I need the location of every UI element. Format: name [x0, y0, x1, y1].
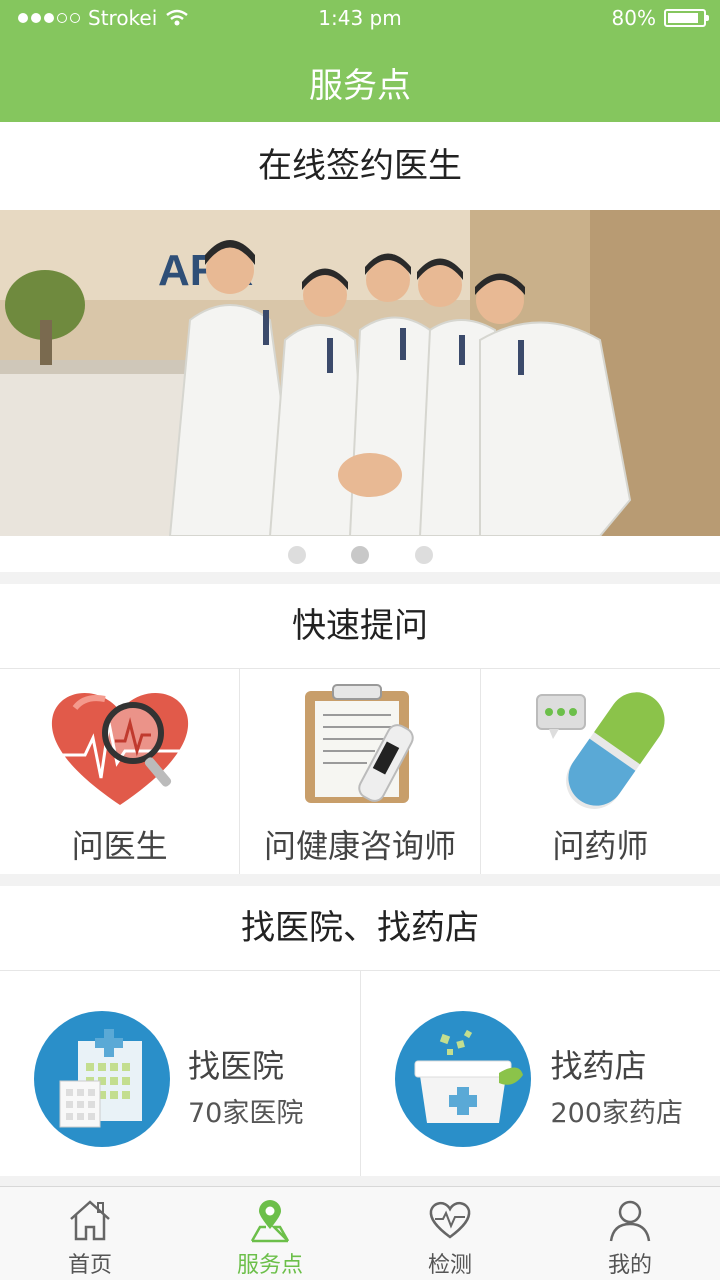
battery-icon	[664, 9, 709, 27]
tab-home-label: 首页	[67, 1253, 112, 1278]
ask-pharmacist-button[interactable]: 问药师	[481, 669, 720, 874]
tab-detection-label: 检测	[427, 1253, 472, 1278]
battery-percent: 80%	[611, 6, 656, 30]
hospital-count: 70家医院	[188, 1098, 304, 1129]
find-grid: 找医院 70家医院 找药店 200家药店	[0, 970, 720, 1176]
doctors-banner-image: ARR	[0, 210, 720, 536]
heart-pulse-icon	[429, 1202, 471, 1239]
section-title-find: 找医院、找药店	[0, 886, 720, 970]
ask-doctor-label: 问医生	[71, 827, 168, 865]
tab-home[interactable]: 首页	[0, 1187, 180, 1280]
find-hospital-button[interactable]: 找医院 70家医院	[0, 971, 361, 1176]
tab-service-point[interactable]: 服务点	[180, 1187, 360, 1280]
medicine-box-icon	[394, 1011, 531, 1147]
pharmacy-count: 200家药店	[550, 1098, 684, 1129]
ask-doctor-button[interactable]: 问医生	[0, 669, 241, 874]
ask-health-consultant-button[interactable]: 问健康咨询师	[240, 669, 481, 874]
pager-dot[interactable]	[415, 546, 433, 564]
find-hospital-title: 找医院	[188, 1047, 285, 1085]
banner-carousel[interactable]: ARR	[0, 210, 720, 536]
battery-status: 80%	[611, 6, 709, 30]
tab-service-point-label: 服务点	[236, 1253, 303, 1278]
clipboard-thermometer-icon	[304, 684, 414, 803]
section-title-sign-doctor: 在线签约医生	[0, 122, 720, 210]
status-bar: Strokei 1:43 pm 80%	[0, 0, 720, 38]
pill-chat-icon	[536, 692, 665, 809]
hospital-icon	[34, 1011, 170, 1147]
carousel-pager	[0, 536, 720, 572]
ask-pharmacist-label: 问药师	[552, 827, 649, 865]
tab-detection[interactable]: 检测	[360, 1187, 540, 1280]
pager-dot-active[interactable]	[351, 546, 369, 564]
top-bar: Strokei 1:43 pm 80% 服务点	[0, 0, 720, 122]
home-icon	[70, 1200, 110, 1241]
location-pin-icon	[250, 1200, 290, 1243]
ask-health-consultant-label: 问健康咨询师	[263, 827, 456, 865]
find-pharmacy-button[interactable]: 找药店 200家药店	[361, 971, 720, 1176]
find-pharmacy-title: 找药店	[550, 1047, 647, 1085]
tab-mine[interactable]: 我的	[540, 1187, 720, 1280]
page-title: 服务点	[309, 66, 411, 106]
bottom-tab-bar: 首页 服务点 检测 我的	[0, 1186, 720, 1280]
user-icon	[609, 1200, 651, 1242]
quick-ask-grid: 问医生 问健康咨询师 问药师	[0, 668, 720, 874]
tab-mine-label: 我的	[607, 1253, 652, 1278]
pager-dot[interactable]	[288, 546, 306, 564]
heart-magnifier-icon	[49, 693, 190, 805]
section-title-quick-ask: 快速提问	[0, 584, 720, 668]
